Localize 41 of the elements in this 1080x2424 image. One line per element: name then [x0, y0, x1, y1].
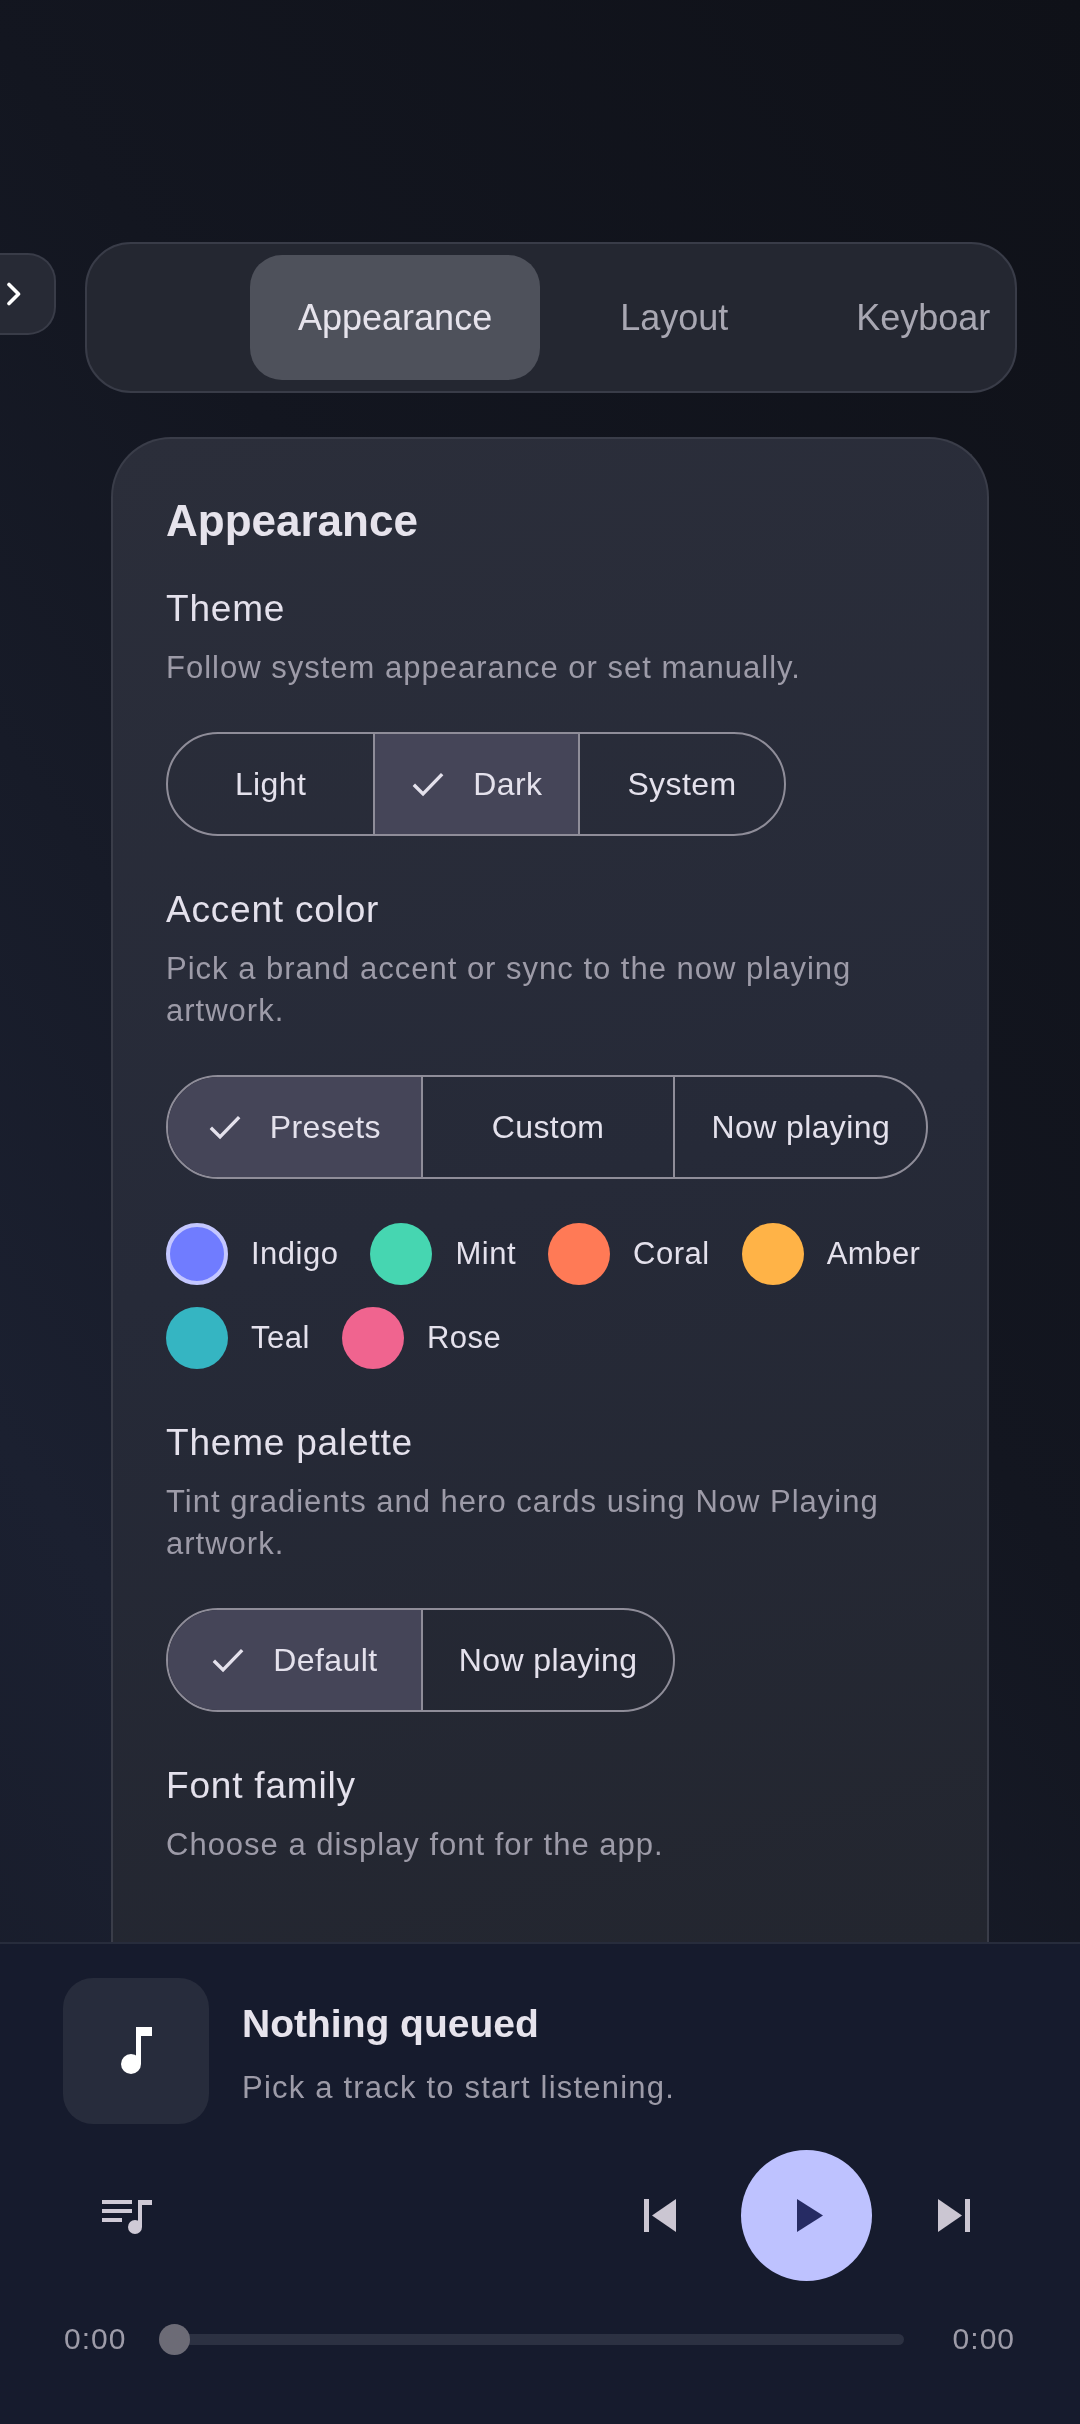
section-description: Choose a display font for the app. — [166, 1826, 664, 1864]
swatch-option[interactable]: Amber — [741, 1223, 921, 1285]
segment-button[interactable]: System — [578, 734, 784, 834]
tab[interactable]: Appearance — [250, 255, 541, 380]
segment-button[interactable]: Dark — [373, 734, 579, 834]
segment-button[interactable]: Presets — [168, 1077, 421, 1177]
queue-music-icon[interactable] — [102, 2197, 152, 2234]
section-description: Tint gradients and hero cards using Now Playing artwork. — [166, 1483, 880, 1563]
music-note-icon — [120, 2027, 152, 2075]
segment-button[interactable]: Default — [168, 1610, 421, 1710]
segment-button[interactable]: Now playing — [420, 1610, 674, 1710]
progress-track[interactable] — [159, 2323, 904, 2355]
check-icon — [411, 771, 446, 797]
section-description: Pick a brand accent or sync to the now playing artwork. — [166, 950, 853, 1030]
swatch-option[interactable]: Teal — [166, 1307, 310, 1369]
swatch-option[interactable]: Indigo — [166, 1223, 339, 1285]
tab[interactable]: Layout — [572, 255, 777, 380]
swatch-option[interactable]: Coral — [548, 1223, 710, 1285]
track-subtitle: Pick a track to start listening. — [242, 2069, 675, 2107]
skip-next-icon[interactable] — [938, 2199, 970, 2232]
section-title: Accent color — [166, 888, 380, 932]
card-title: Appearance — [166, 495, 418, 547]
track-title: Nothing queued — [242, 2001, 539, 2047]
segment-button[interactable]: Custom — [420, 1077, 674, 1177]
section-title: Theme — [166, 587, 286, 631]
section-title: Theme palette — [166, 1421, 413, 1465]
swatch-option[interactable]: Rose — [341, 1307, 502, 1369]
check-icon — [211, 1647, 246, 1673]
elapsed-time: 0:00 — [64, 2321, 127, 2357]
segment-button[interactable]: Now playing — [673, 1077, 927, 1177]
slider-thumb[interactable] — [159, 2323, 191, 2355]
swatch-option[interactable]: Mint — [370, 1223, 517, 1285]
segment-button[interactable]: Light — [168, 734, 374, 834]
check-icon — [207, 1114, 242, 1140]
section-description: Follow system appearance or set manually. — [166, 649, 801, 687]
section-title: Font family — [166, 1764, 356, 1808]
duration-time: 0:00 — [952, 2321, 1015, 2357]
tab[interactable]: Keyboar — [808, 255, 991, 380]
sidebar-toggle-button[interactable] — [0, 253, 56, 335]
skip-previous-icon[interactable] — [644, 2199, 676, 2232]
chevron-right-icon — [6, 282, 22, 306]
